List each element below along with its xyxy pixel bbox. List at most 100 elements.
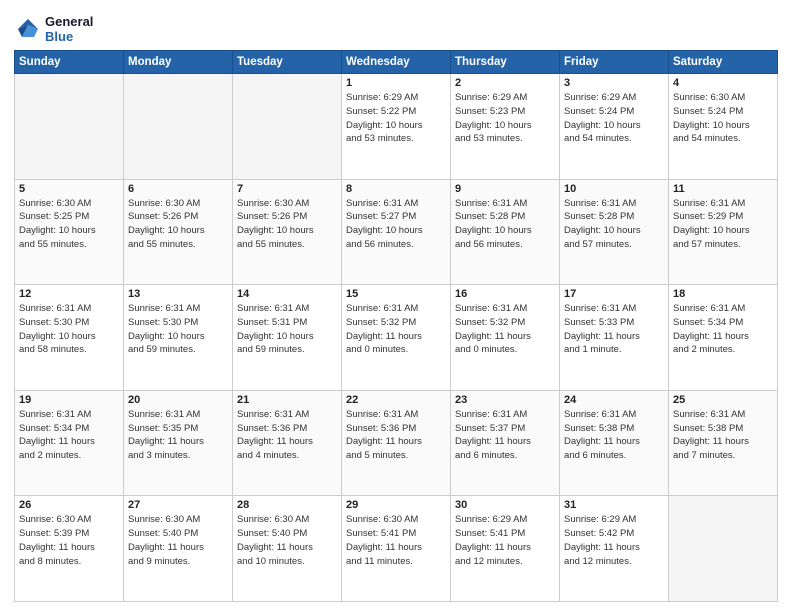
calendar-cell: 24 Sunrise: 6:31 AMSunset: 5:38 PMDayligh…: [560, 390, 669, 496]
day-info: Sunrise: 6:29 AMSunset: 5:41 PMDaylight:…: [455, 513, 555, 568]
day-number: 1: [346, 77, 446, 89]
calendar-cell: [15, 74, 124, 180]
day-info: Sunrise: 6:30 AMSunset: 5:39 PMDaylight:…: [19, 513, 119, 568]
day-number: 14: [237, 288, 337, 300]
calendar-cell: 23 Sunrise: 6:31 AMSunset: 5:37 PMDayligh…: [451, 390, 560, 496]
day-info: Sunrise: 6:30 AMSunset: 5:25 PMDaylight:…: [19, 197, 119, 252]
day-number: 10: [564, 183, 664, 195]
day-info: Sunrise: 6:31 AMSunset: 5:28 PMDaylight:…: [564, 197, 664, 252]
calendar-cell: [233, 74, 342, 180]
day-number: 23: [455, 394, 555, 406]
calendar-cell: 7 Sunrise: 6:30 AMSunset: 5:26 PMDaylight…: [233, 179, 342, 285]
calendar-cell: 10 Sunrise: 6:31 AMSunset: 5:28 PMDayligh…: [560, 179, 669, 285]
day-number: 16: [455, 288, 555, 300]
day-number: 8: [346, 183, 446, 195]
day-info: Sunrise: 6:30 AMSunset: 5:41 PMDaylight:…: [346, 513, 446, 568]
calendar-cell: 5 Sunrise: 6:30 AMSunset: 5:25 PMDaylight…: [15, 179, 124, 285]
day-info: Sunrise: 6:31 AMSunset: 5:34 PMDaylight:…: [19, 408, 119, 463]
day-info: Sunrise: 6:31 AMSunset: 5:30 PMDaylight:…: [128, 302, 228, 357]
calendar-cell: 28 Sunrise: 6:30 AMSunset: 5:40 PMDayligh…: [233, 496, 342, 602]
calendar-cell: 26Sunrise: 6:30 AMSunset: 5:39 PMDayligh…: [15, 496, 124, 602]
calendar-cell: 8 Sunrise: 6:31 AMSunset: 5:27 PMDaylight…: [342, 179, 451, 285]
day-number: 24: [564, 394, 664, 406]
logo-text: General Blue: [45, 14, 93, 44]
day-number: 5: [19, 183, 119, 195]
week-row-4: 19 Sunrise: 6:31 AMSunset: 5:34 PMDayligh…: [15, 390, 778, 496]
logo-icon: [14, 15, 42, 43]
weekday-header-sunday: Sunday: [15, 51, 124, 74]
day-number: 19: [19, 394, 119, 406]
calendar-cell: 29 Sunrise: 6:30 AMSunset: 5:41 PMDayligh…: [342, 496, 451, 602]
calendar-cell: 22Sunrise: 6:31 AMSunset: 5:36 PMDayligh…: [342, 390, 451, 496]
day-info: Sunrise: 6:30 AMSunset: 5:26 PMDaylight:…: [237, 197, 337, 252]
calendar-cell: 4Sunrise: 6:30 AMSunset: 5:24 PMDaylight…: [669, 74, 778, 180]
weekday-header-monday: Monday: [124, 51, 233, 74]
calendar-cell: 15Sunrise: 6:31 AMSunset: 5:32 PMDayligh…: [342, 285, 451, 391]
day-number: 20: [128, 394, 228, 406]
day-info: Sunrise: 6:31 AMSunset: 5:29 PMDaylight:…: [673, 197, 773, 252]
calendar-cell: 25 Sunrise: 6:31 AMSunset: 5:38 PMDayligh…: [669, 390, 778, 496]
day-number: 27: [128, 499, 228, 511]
calendar-cell: 18Sunrise: 6:31 AMSunset: 5:34 PMDayligh…: [669, 285, 778, 391]
day-number: 29: [346, 499, 446, 511]
day-number: 3: [564, 77, 664, 89]
calendar-cell: 31Sunrise: 6:29 AMSunset: 5:42 PMDayligh…: [560, 496, 669, 602]
calendar-cell: [669, 496, 778, 602]
day-number: 30: [455, 499, 555, 511]
day-info: Sunrise: 6:29 AMSunset: 5:23 PMDaylight:…: [455, 91, 555, 146]
day-info: Sunrise: 6:30 AMSunset: 5:40 PMDaylight:…: [128, 513, 228, 568]
weekday-header-friday: Friday: [560, 51, 669, 74]
day-info: Sunrise: 6:31 AMSunset: 5:27 PMDaylight:…: [346, 197, 446, 252]
day-info: Sunrise: 6:31 AMSunset: 5:38 PMDaylight:…: [673, 408, 773, 463]
day-info: Sunrise: 6:31 AMSunset: 5:30 PMDaylight:…: [19, 302, 119, 357]
calendar-cell: [124, 74, 233, 180]
day-number: 22: [346, 394, 446, 406]
day-info: Sunrise: 6:30 AMSunset: 5:26 PMDaylight:…: [128, 197, 228, 252]
day-info: Sunrise: 6:31 AMSunset: 5:32 PMDaylight:…: [455, 302, 555, 357]
day-number: 12: [19, 288, 119, 300]
page: General Blue SundayMondayTuesdayWednesda…: [0, 0, 792, 612]
day-number: 18: [673, 288, 773, 300]
day-number: 25: [673, 394, 773, 406]
weekday-header-saturday: Saturday: [669, 51, 778, 74]
day-number: 7: [237, 183, 337, 195]
day-number: 9: [455, 183, 555, 195]
day-info: Sunrise: 6:31 AMSunset: 5:32 PMDaylight:…: [346, 302, 446, 357]
calendar-cell: 12 Sunrise: 6:31 AMSunset: 5:30 PMDayligh…: [15, 285, 124, 391]
weekday-header-tuesday: Tuesday: [233, 51, 342, 74]
day-number: 31: [564, 499, 664, 511]
calendar-cell: 6 Sunrise: 6:30 AMSunset: 5:26 PMDaylight…: [124, 179, 233, 285]
header: General Blue: [14, 10, 778, 44]
day-info: Sunrise: 6:31 AMSunset: 5:28 PMDaylight:…: [455, 197, 555, 252]
day-number: 21: [237, 394, 337, 406]
day-info: Sunrise: 6:29 AMSunset: 5:22 PMDaylight:…: [346, 91, 446, 146]
logo: General Blue: [14, 14, 93, 44]
calendar-cell: 21 Sunrise: 6:31 AMSunset: 5:36 PMDayligh…: [233, 390, 342, 496]
calendar-cell: 2 Sunrise: 6:29 AMSunset: 5:23 PMDaylight…: [451, 74, 560, 180]
weekday-header-thursday: Thursday: [451, 51, 560, 74]
day-info: Sunrise: 6:31 AMSunset: 5:38 PMDaylight:…: [564, 408, 664, 463]
day-info: Sunrise: 6:31 AMSunset: 5:37 PMDaylight:…: [455, 408, 555, 463]
day-info: Sunrise: 6:29 AMSunset: 5:24 PMDaylight:…: [564, 91, 664, 146]
day-number: 28: [237, 499, 337, 511]
day-info: Sunrise: 6:31 AMSunset: 5:33 PMDaylight:…: [564, 302, 664, 357]
calendar-cell: 11 Sunrise: 6:31 AMSunset: 5:29 PMDayligh…: [669, 179, 778, 285]
calendar-cell: 19 Sunrise: 6:31 AMSunset: 5:34 PMDayligh…: [15, 390, 124, 496]
day-number: 11: [673, 183, 773, 195]
calendar-table: SundayMondayTuesdayWednesdayThursdayFrid…: [14, 50, 778, 602]
day-info: Sunrise: 6:31 AMSunset: 5:35 PMDaylight:…: [128, 408, 228, 463]
calendar-cell: 27 Sunrise: 6:30 AMSunset: 5:40 PMDayligh…: [124, 496, 233, 602]
calendar-cell: 3 Sunrise: 6:29 AMSunset: 5:24 PMDaylight…: [560, 74, 669, 180]
week-row-1: 1 Sunrise: 6:29 AMSunset: 5:22 PMDaylight…: [15, 74, 778, 180]
weekday-header-wednesday: Wednesday: [342, 51, 451, 74]
calendar-cell: 13Sunrise: 6:31 AMSunset: 5:30 PMDayligh…: [124, 285, 233, 391]
week-row-5: 26Sunrise: 6:30 AMSunset: 5:39 PMDayligh…: [15, 496, 778, 602]
day-number: 2: [455, 77, 555, 89]
calendar-cell: 16 Sunrise: 6:31 AMSunset: 5:32 PMDayligh…: [451, 285, 560, 391]
day-info: Sunrise: 6:30 AMSunset: 5:40 PMDaylight:…: [237, 513, 337, 568]
calendar-cell: 30 Sunrise: 6:29 AMSunset: 5:41 PMDayligh…: [451, 496, 560, 602]
day-info: Sunrise: 6:31 AMSunset: 5:36 PMDaylight:…: [237, 408, 337, 463]
week-row-2: 5 Sunrise: 6:30 AMSunset: 5:25 PMDaylight…: [15, 179, 778, 285]
day-number: 6: [128, 183, 228, 195]
calendar-cell: 1 Sunrise: 6:29 AMSunset: 5:22 PMDaylight…: [342, 74, 451, 180]
